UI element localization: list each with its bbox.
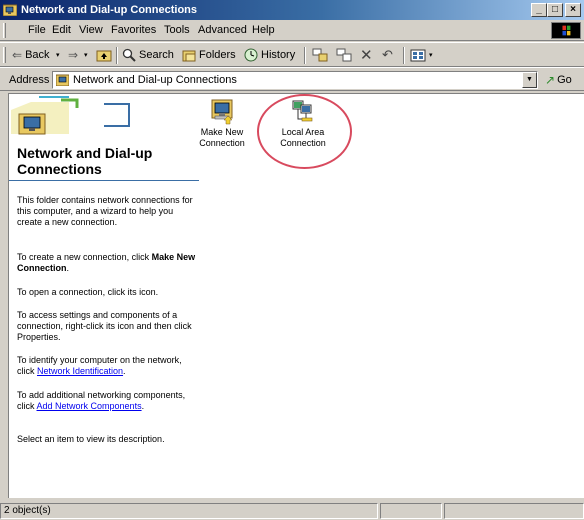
add-text-suffix: . xyxy=(141,401,145,411)
views-icon xyxy=(410,49,426,61)
menu-advanced[interactable]: Advanced xyxy=(198,24,247,36)
network-folder-icon xyxy=(3,4,17,16)
move-to-button[interactable] xyxy=(312,46,328,64)
address-bar: Address Network and Dial-up Connections … xyxy=(0,67,584,91)
panel-divider xyxy=(9,180,199,181)
folders-icon xyxy=(182,50,196,61)
folders-label: Folders xyxy=(199,49,236,61)
up-folder-icon xyxy=(96,50,112,62)
menu-edit[interactable]: Edit xyxy=(52,24,71,36)
make-new-connection-icon xyxy=(211,99,233,125)
search-button[interactable]: Search xyxy=(122,46,174,64)
close-button[interactable]: × xyxy=(565,3,581,17)
go-button[interactable]: ↗ Go xyxy=(545,73,572,87)
status-panel-main: 2 object(s) xyxy=(0,503,378,519)
window-title: Network and Dial-up Connections xyxy=(21,4,198,16)
menu-bar: File Edit View Favorites Tools Advanced … xyxy=(0,20,584,41)
web-view-panel: Network and Dial-up Connections This fol… xyxy=(9,94,199,498)
back-dropdown-icon[interactable]: ▾ xyxy=(56,46,60,64)
folders-button[interactable]: Folders xyxy=(182,46,236,64)
search-icon xyxy=(122,48,136,62)
status-bar: 2 object(s) xyxy=(0,501,584,520)
create-text-prefix: To create a new connection, click xyxy=(17,252,152,262)
menu-file[interactable]: File xyxy=(28,24,46,36)
explorer-window: Network and Dial-up Connections _ □ × Fi… xyxy=(0,0,584,520)
panel-title: Network and Dial-up Connections xyxy=(17,145,153,177)
status-panel-extra xyxy=(444,503,584,519)
menu-help[interactable]: Help xyxy=(252,24,275,36)
move-to-icon xyxy=(312,48,328,62)
panel-add-text: To add additional networking components,… xyxy=(17,390,199,412)
network-folder-icon xyxy=(56,74,69,86)
views-dropdown-icon: ▾ xyxy=(429,52,433,59)
go-label: Go xyxy=(557,74,572,86)
undo-icon[interactable]: ↶ xyxy=(382,46,393,64)
delete-icon[interactable]: ✕ xyxy=(360,46,373,64)
standard-toolbar: ⇐ Back ▾ ⇒ ▾ Search Folders History ✕ ↶ … xyxy=(0,42,584,67)
back-arrow-icon: ⇐ xyxy=(12,48,23,62)
folder-view: Network and Dial-up Connections This fol… xyxy=(8,93,584,498)
copy-to-icon xyxy=(336,48,352,62)
status-text: 2 object(s) xyxy=(4,505,51,516)
menu-grip[interactable] xyxy=(3,23,6,38)
status-panel-zone xyxy=(380,503,442,519)
title-bar[interactable]: Network and Dial-up Connections _ □ × xyxy=(0,0,584,20)
windows-logo-icon xyxy=(551,22,581,39)
history-icon xyxy=(244,48,258,62)
make-new-connection-item[interactable]: Make New Connection xyxy=(187,99,257,149)
up-folder-button[interactable] xyxy=(96,46,112,64)
folder-banner-graphic xyxy=(9,96,199,140)
panel-identify-text: To identify your computer on the network… xyxy=(17,355,199,377)
panel-intro-text: This folder contains network connections… xyxy=(17,195,193,227)
history-button[interactable]: History xyxy=(244,46,295,64)
create-text-suffix: . xyxy=(66,263,70,273)
panel-create-text: To create a new connection, click Make N… xyxy=(17,252,199,274)
panel-open-text: To open a connection, click its icon. xyxy=(17,287,159,297)
panel-select-text: Select an item to view its description. xyxy=(17,434,165,444)
toolbar-grip[interactable] xyxy=(3,47,6,63)
forward-button[interactable]: ⇒ xyxy=(68,46,78,64)
identify-text-suffix: . xyxy=(123,366,126,376)
history-label: History xyxy=(261,49,296,61)
forward-dropdown-icon[interactable]: ▾ xyxy=(84,46,88,64)
address-field[interactable]: Network and Dial-up Connections xyxy=(52,71,538,89)
highlight-annotation-circle xyxy=(257,94,352,169)
address-label: Address xyxy=(9,74,50,86)
menu-favorites[interactable]: Favorites xyxy=(111,24,156,36)
address-value: Network and Dial-up Connections xyxy=(73,74,237,86)
toolbar-separator xyxy=(403,47,405,64)
add-network-components-link[interactable]: Add Network Components xyxy=(37,401,142,411)
back-button[interactable]: ⇐ Back xyxy=(12,46,50,64)
toolbar-separator xyxy=(304,47,306,64)
back-label: Back xyxy=(25,49,50,61)
make-new-connection-label: Make New Connection xyxy=(199,127,245,148)
address-dropdown-button[interactable]: ▼ xyxy=(522,72,537,88)
menu-view[interactable]: View xyxy=(79,24,103,36)
menu-tools[interactable]: Tools xyxy=(164,24,190,36)
views-button[interactable]: ▾ xyxy=(410,46,433,64)
maximize-button[interactable]: □ xyxy=(547,3,563,17)
minimize-button[interactable]: _ xyxy=(531,3,547,17)
copy-to-button[interactable] xyxy=(336,46,352,64)
search-label: Search xyxy=(139,49,174,61)
panel-settings-text: To access settings and components of a c… xyxy=(17,310,192,342)
toolbar-separator xyxy=(116,47,118,64)
network-identification-link[interactable]: Network Identification xyxy=(37,366,123,376)
go-arrow-icon: ↗ xyxy=(545,73,556,87)
